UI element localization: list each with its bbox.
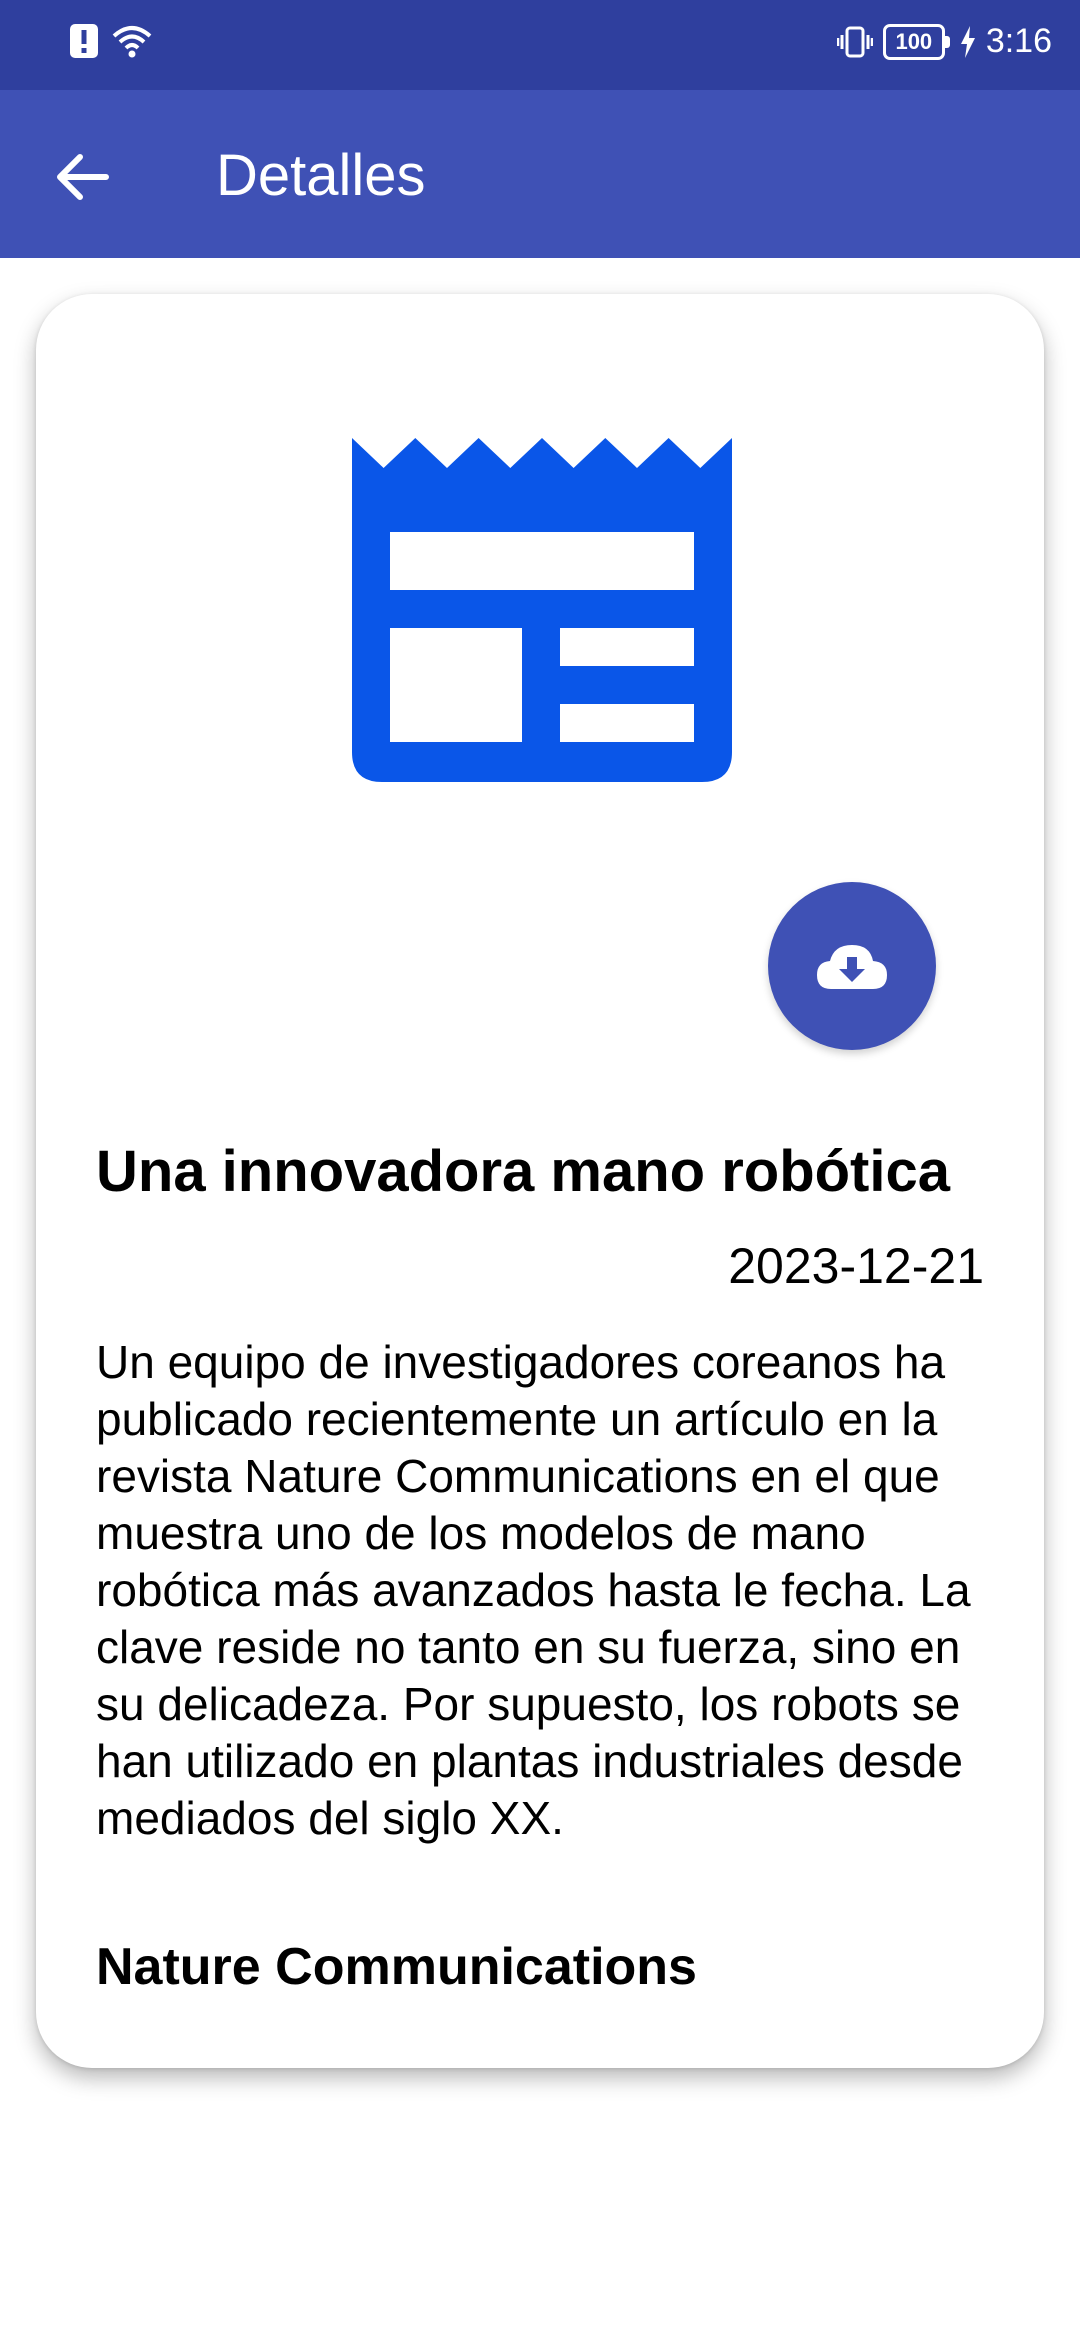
vibrate-icon [836,26,873,57]
status-bar: 100 3:16 [0,0,1080,90]
newspaper-icon [352,438,732,782]
article-date: 2023-12-21 [728,1238,984,1294]
arrow-back-icon [57,154,109,200]
page-title: Detalles [216,143,426,208]
article-source: Nature Communications [96,1938,697,1996]
article-title: Una innovadora mano robótica [96,1139,950,1204]
status-time: 3:16 [985,22,1052,60]
back-button[interactable] [44,142,120,212]
download-button[interactable] [768,882,936,1050]
alert-icon [70,24,98,58]
wifi-icon [112,26,152,58]
app-bar: Detalles [0,90,1080,258]
battery-icon: 100 [882,23,950,60]
article-body: Un equipo de investigadores coreanos ha … [96,1336,971,1844]
cloud-download-icon [817,945,887,989]
status-left-icons [70,24,152,58]
status-right-icons: 100 3:16 [836,22,1052,61]
article-card: Una innovadora mano robótica 2023-12-21 … [36,294,1044,2068]
battery-level: 100 [882,23,945,60]
charging-icon [960,25,975,58]
